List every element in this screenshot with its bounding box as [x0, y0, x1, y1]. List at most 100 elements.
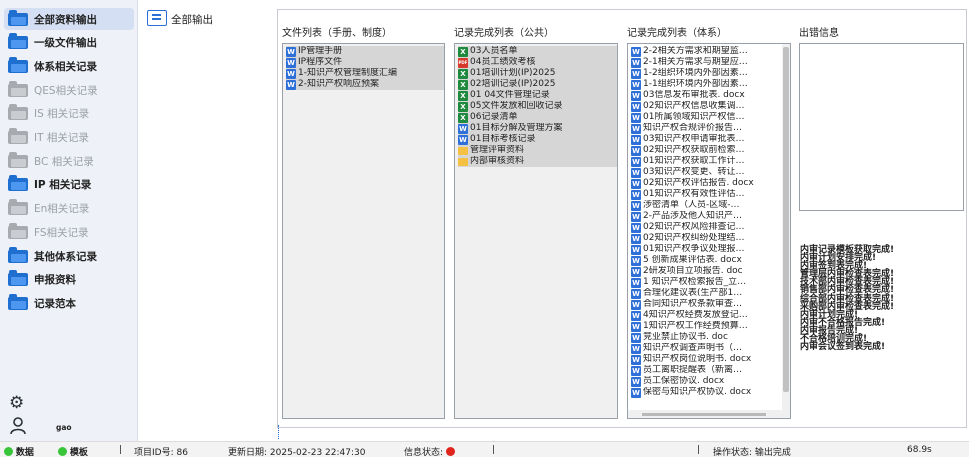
list-item[interactable]: W IP程序文件: [286, 57, 444, 68]
list-item[interactable]: X 03人员名单: [458, 46, 617, 57]
list-item[interactable]: W 02知识产权评估报告. docx: [631, 178, 777, 189]
sidebar-item-label: 体系相关记录: [34, 60, 97, 73]
list-item[interactable]: W 01知识产权争议处理报…: [631, 244, 777, 255]
sidebar-item[interactable]: En相关记录: [4, 198, 134, 220]
word-icon: W: [286, 46, 296, 57]
files-list[interactable]: W IP管理手册 W IP程序文件 W 1-知识产权管理制度汇编 W 2-知识产权响应预案: [282, 43, 445, 419]
list-item[interactable]: W 合同知识产权条款审查…: [631, 299, 777, 310]
list-item[interactable]: X 01 04文件管理记录: [458, 90, 617, 101]
scroll-thumb[interactable]: [783, 47, 789, 392]
list-item-label: 03知识产权申请审批表…: [643, 134, 745, 144]
list-item[interactable]: W 03知识产权申请审批表…: [631, 134, 777, 145]
list-item[interactable]: W 1知识产权工作经费预算…: [631, 321, 777, 332]
list-item[interactable]: W 01目标分解及管理方案: [458, 123, 617, 134]
list-item[interactable]: W 竞业禁止协议书. doc: [631, 332, 777, 343]
sidebar-item[interactable]: FS相关记录: [4, 221, 134, 243]
list-item[interactable]: W IP管理手册: [286, 46, 444, 57]
sidebar-item[interactable]: IT 相关记录: [4, 127, 134, 149]
word-icon: W: [631, 46, 641, 57]
sidebar-item[interactable]: QES相关记录: [4, 79, 134, 101]
output-log: 内审记录模板获取完成! 内审计划安排完成! 内审签到表完成! 管理层内审检查表完成! 技…: [800, 245, 894, 353]
list-item[interactable]: W 01目标考核记录: [458, 134, 617, 145]
sidebar-item[interactable]: IP 相关记录: [4, 174, 134, 196]
list-item-label: 知识产权岗位说明书. docx: [643, 354, 752, 364]
folder-icon: [8, 199, 28, 216]
list-item[interactable]: W 知识产权合规评价报告…: [631, 123, 777, 134]
list-item[interactable]: X 02培训记录(IP)2025: [458, 79, 617, 90]
public-list[interactable]: X 03人员名单 PDF 04员工绩效考核 X 01培训计划(IP)2025 X 02培训记录…: [454, 43, 618, 419]
list-item[interactable]: W 1-知识产权管理制度汇编: [286, 68, 444, 79]
folder-icon: [458, 147, 468, 155]
list-item-label: 1 知识产权检索报告_立…: [643, 277, 747, 287]
sidebar-item-label: IS 相关记录: [34, 108, 90, 121]
list-item[interactable]: W 知识产权调查声明书（…: [631, 343, 777, 354]
word-icon: W: [631, 134, 641, 145]
scroll-thumb[interactable]: [642, 413, 766, 416]
data-status: 数据: [4, 445, 34, 457]
list-item[interactable]: W5 创新成果评估表. docx: [631, 255, 777, 266]
list-item[interactable]: X 05文件发放和回收记录: [458, 101, 617, 112]
list-item-label: 05文件发放和回收记录: [470, 101, 563, 111]
sidebar-item[interactable]: 记录范本: [4, 292, 134, 314]
separator: |: [492, 445, 496, 455]
list-item[interactable]: W 保密与知识产权协议. docx: [631, 387, 777, 398]
word-icon: W: [631, 244, 641, 255]
list-item[interactable]: W 合理化建议表(生产部1…: [631, 288, 777, 299]
word-icon: W: [631, 211, 641, 222]
list-item[interactable]: W 01所属领域知识产权信…: [631, 112, 777, 123]
list-item[interactable]: W 1-1组织环境内外部因素…: [631, 79, 777, 90]
list-item[interactable]: W 涉密清单（人员-区域-…: [631, 200, 777, 211]
list-item[interactable]: W 2-2相关方需求和期望监…: [631, 46, 777, 57]
list-item[interactable]: W 02知识产权信息收集调…: [631, 101, 777, 112]
list-item[interactable]: W1 知识产权检索报告_立…: [631, 277, 777, 288]
word-icon: W: [631, 68, 641, 79]
list-item[interactable]: W 1-2组织环境内外部因素…: [631, 68, 777, 79]
sidebar-item-label: IT 相关记录: [34, 132, 89, 144]
sidebar-item[interactable]: 体系相关记录: [4, 55, 134, 77]
horizontal-scrollbar[interactable]: [628, 410, 790, 418]
list-item[interactable]: X 01培训计划(IP)2025: [458, 68, 617, 79]
list-item[interactable]: W 员工保密协议. docx: [631, 376, 777, 387]
list-item[interactable]: W 知识产权岗位说明书. docx: [631, 354, 777, 365]
list-item-label: 02知识产权评估报告. docx: [643, 178, 754, 188]
list-item[interactable]: W 2-1相关方需求与期望应…: [631, 57, 777, 68]
sidebar-item-label: IP 相关记录: [34, 179, 92, 192]
sidebar-item[interactable]: 全部资料输出: [4, 8, 134, 30]
gear-icon[interactable]: ⚙: [9, 393, 24, 413]
list-item[interactable]: W 01知识产权获取工作计…: [631, 156, 777, 167]
word-icon: W: [631, 233, 641, 244]
list-item-label: 02知识产权风险排查记…: [643, 222, 745, 232]
sidebar-item[interactable]: BC 相关记录: [4, 150, 134, 172]
list-item[interactable]: 管理评审资料: [458, 145, 617, 156]
list-item[interactable]: 内部审核资料: [458, 156, 617, 167]
system-list[interactable]: W 2-2相关方需求和期望监… W 2-1相关方需求与期望应… W 1-2组织环境内外部因…: [627, 43, 791, 419]
list-icon: [147, 10, 167, 26]
sidebar-item[interactable]: IS 相关记录: [4, 103, 134, 125]
list-item[interactable]: X 06记录清单: [458, 112, 617, 123]
log-line: 内审会议签到表完成!: [800, 342, 886, 353]
list-item-label: 04员工绩效考核: [470, 57, 536, 67]
list-item[interactable]: W 02知识产权获取前检索…: [631, 145, 777, 156]
list-item[interactable]: W 2-知识产权响应预案: [286, 79, 444, 90]
user-icon[interactable]: [9, 417, 27, 435]
sidebar-item-label: QES相关记录: [34, 84, 98, 97]
sidebar: 全部资料输出 一级文件输出体系相关记录 QES相关记录 IS 相关记录 IT 相关记录 B…: [0, 0, 138, 441]
list-item[interactable]: W 2研发项目立项报告. doc: [631, 266, 777, 277]
sidebar-item[interactable]: 申报资料: [4, 269, 134, 291]
list-item[interactable]: W 员工离职提醒表（新离…: [631, 365, 777, 376]
folder-icon: [8, 293, 28, 310]
list-item[interactable]: W 2-产品涉及他人知识产…: [631, 211, 777, 222]
list-item[interactable]: W 03知识产权变更、转让…: [631, 167, 777, 178]
sidebar-item[interactable]: 一级文件输出: [4, 32, 134, 54]
sidebar-item[interactable]: 其他体系记录: [4, 245, 134, 267]
update-date: 更新日期: 2025-02-23 22:47:30: [228, 448, 366, 457]
list-item[interactable]: W 4知识产权经费发放登记…: [631, 310, 777, 321]
list-item[interactable]: W 03信息发布审批表. docx: [631, 90, 777, 101]
list-item[interactable]: W 01知识产权有效性评估…: [631, 189, 777, 200]
list-item[interactable]: W 02知识产权纠纷处理结…: [631, 233, 777, 244]
list-item[interactable]: W 02知识产权风险排查记…: [631, 222, 777, 233]
vertical-scrollbar[interactable]: [782, 44, 790, 418]
list-item-label: 合同知识产权条款审查…: [643, 299, 743, 309]
list-item-label: 管理评审资料: [470, 145, 525, 155]
list-item[interactable]: PDF 04员工绩效考核: [458, 57, 617, 68]
